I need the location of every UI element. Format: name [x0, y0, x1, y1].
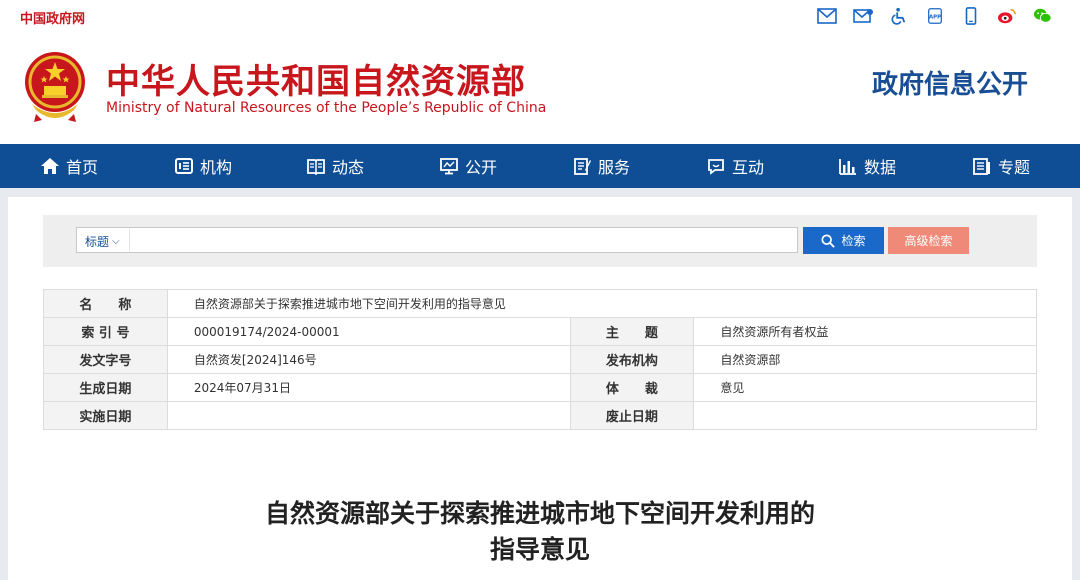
nav-item-news[interactable]: 动态: [306, 144, 364, 188]
nav-item-open[interactable]: 公开: [439, 144, 497, 188]
meta-key-subject: 主 题: [569, 317, 695, 346]
ministry-name-cn: 中华人民共和国自然资源部: [106, 62, 526, 102]
news-icon: [307, 159, 325, 176]
meta-key-docno: 发文字号: [43, 345, 168, 374]
meta-key-genre: 体 裁: [569, 373, 695, 402]
meta-value-genre: 意见: [693, 373, 1037, 402]
meta-value-docno: 自然资发[2024]146号: [166, 345, 571, 374]
app-icon[interactable]: APP: [924, 6, 946, 26]
section-title[interactable]: 政府信息公开: [872, 64, 1028, 101]
national-emblem-icon: [22, 48, 88, 124]
home-icon: [41, 158, 59, 174]
monitor-icon: [440, 158, 458, 175]
meta-key-issuer: 发布机构: [569, 345, 695, 374]
meta-key-created: 生成日期: [43, 373, 168, 402]
site-header: 中华人民共和国自然资源部 Ministry of Natural Resourc…: [0, 34, 1080, 144]
meta-value-subject: 自然资源所有者权益: [693, 317, 1037, 346]
nav-item-label: 专题: [998, 158, 1031, 177]
top-bar: 中国政府网 APP: [0, 0, 1080, 34]
nav-item-interact[interactable]: 互动: [706, 144, 764, 188]
nav-item-label: 数据: [864, 158, 897, 177]
mail-icon[interactable]: [816, 6, 838, 26]
nav-item-label: 公开: [465, 158, 498, 177]
topic-icon: [973, 158, 990, 175]
accessibility-icon[interactable]: [888, 6, 910, 26]
ministry-name-en: Ministry of Natural Resources of the Peo…: [106, 100, 547, 116]
nav-item-label: 动态: [332, 158, 365, 177]
wechat-icon[interactable]: [1032, 6, 1054, 26]
nav-item-service[interactable]: 服务: [572, 144, 630, 188]
subscribe-icon[interactable]: [852, 6, 874, 26]
search-button-label: 检索: [841, 234, 866, 248]
nav-item-org[interactable]: 机构: [174, 144, 232, 188]
meta-value-created: 2024年07月31日: [166, 373, 571, 402]
meta-value-repeal: [693, 401, 1037, 430]
table-row: 索 引 号 000019174/2024-00001 主 题 自然资源所有者权益: [43, 317, 1037, 346]
nav-item-label: 互动: [732, 158, 765, 177]
nav-item-label: 服务: [598, 158, 631, 177]
table-row: 生成日期 2024年07月31日 体 裁 意见: [43, 373, 1037, 402]
document-metadata-table: 名 称 自然资源部关于探索推进城市地下空间开发利用的指导意见 索 引 号 000…: [43, 289, 1038, 430]
search-type-label: 标题: [85, 235, 110, 249]
nav-item-label: 首页: [66, 158, 99, 177]
nav-item-label: 机构: [200, 158, 233, 177]
meta-value-index: 000019174/2024-00001: [166, 317, 571, 346]
table-row: 名 称 自然资源部关于探索推进城市地下空间开发利用的指导意见: [43, 289, 1038, 318]
mobile-icon[interactable]: [960, 6, 982, 26]
chevron-down-icon: ⌵: [112, 236, 120, 247]
search-input[interactable]: [132, 228, 792, 252]
nav-item-topic[interactable]: 专题: [972, 144, 1030, 188]
search-icon: [821, 233, 836, 248]
meta-value-effective: [166, 401, 571, 430]
nav-item-home[interactable]: 首页: [40, 144, 98, 188]
article-title: 自然资源部关于探索推进城市地下空间开发利用的 指导意见: [0, 496, 1080, 568]
chat-icon: [708, 159, 724, 175]
search-field: 标题 ⌵: [76, 227, 798, 253]
article-title-line1: 自然资源部关于探索推进城市地下空间开发利用的: [264, 499, 815, 528]
meta-key-name: 名 称: [43, 289, 168, 318]
meta-value-name: 自然资源部关于探索推进城市地下空间开发利用的指导意见: [166, 289, 1038, 318]
search-button[interactable]: 检索: [803, 227, 884, 254]
meta-value-issuer: 自然资源部: [693, 345, 1037, 374]
meta-key-index: 索 引 号: [43, 317, 168, 346]
article-title-line2: 指导意见: [489, 535, 590, 564]
service-icon: [574, 158, 591, 175]
table-row: 实施日期 废止日期: [43, 401, 1037, 430]
search-separator: [129, 228, 130, 252]
advanced-search-button[interactable]: 高级检索: [888, 227, 969, 254]
meta-key-effective: 实施日期: [43, 401, 168, 430]
org-icon: [175, 158, 193, 174]
weibo-icon[interactable]: [996, 6, 1018, 26]
meta-key-repeal: 废止日期: [569, 401, 695, 430]
app-icon-label: APP: [929, 15, 941, 21]
gov-portal-link[interactable]: 中国政府网: [20, 8, 85, 27]
main-nav: 首页 机构 动态 公开 服务 互动 数据 专题: [0, 144, 1080, 188]
search-type-dropdown[interactable]: 标题 ⌵: [85, 233, 120, 250]
chart-icon: [839, 159, 856, 175]
table-row: 发文字号 自然资发[2024]146号 发布机构 自然资源部: [43, 345, 1037, 374]
top-icon-group: APP: [816, 6, 1054, 26]
nav-item-data[interactable]: 数据: [838, 144, 896, 188]
